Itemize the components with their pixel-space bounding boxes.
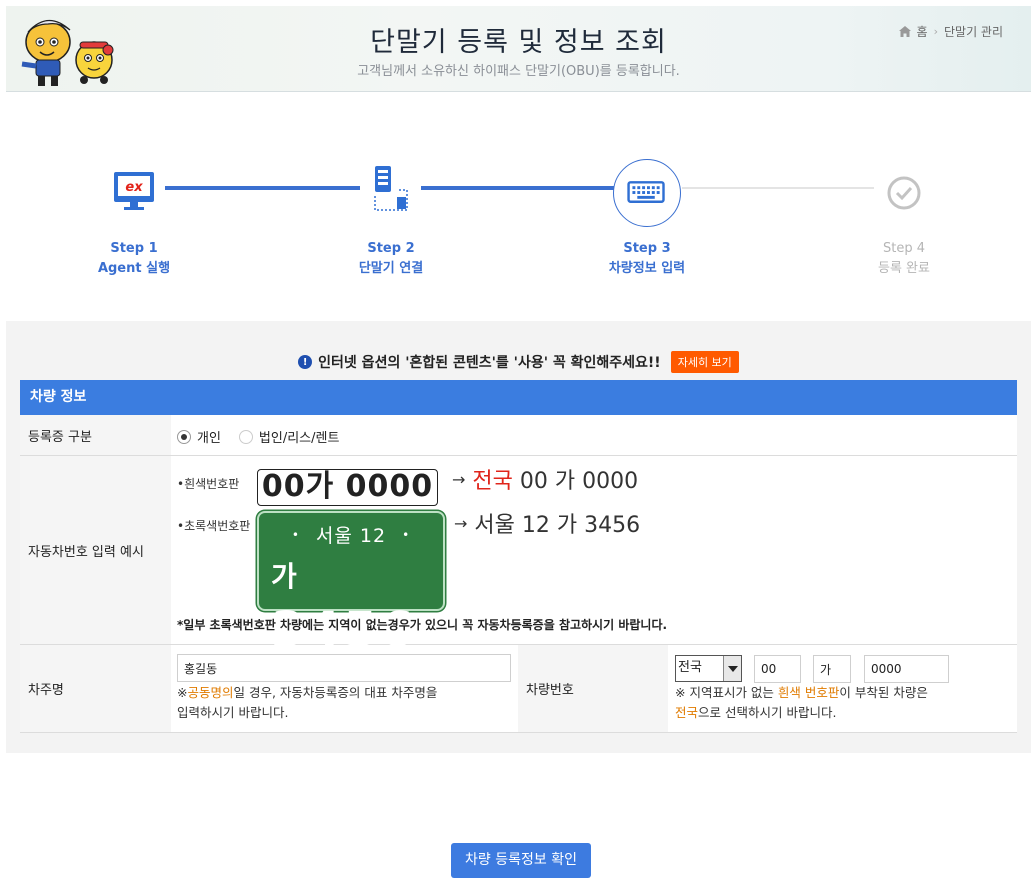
region-select-value: 전국: [678, 660, 702, 675]
radio-individual[interactable]: [177, 429, 191, 444]
keyboard-icon: [627, 181, 665, 203]
check-circle-icon: [887, 176, 921, 210]
white-result-rest: 00 가 0000: [519, 469, 639, 494]
step-1-icon-text: ex: [125, 180, 143, 195]
green-plate-image: • 서울 12 • 가3456: [257, 511, 445, 656]
step-3-number: Step 3: [623, 241, 671, 256]
breadcrumb-current: 단말기 관리: [943, 25, 1003, 39]
step-4-label: 등록 완료: [878, 261, 930, 276]
device-connect-icon: [374, 166, 408, 211]
home-icon[interactable]: [898, 26, 911, 37]
radio-individual-label[interactable]: 개인: [197, 427, 221, 446]
chevron-right-icon: ›: [933, 25, 938, 38]
vehicle-info-panel: ! 인터넷 옵션의 '혼합된 콘텐츠'를 '사용' 꼭 확인해주세요!! 자세히…: [6, 321, 1031, 753]
confirm-vehicle-info-button[interactable]: 차량 등록정보 확인: [451, 843, 591, 878]
notice-bar: ! 인터넷 옵션의 '혼합된 콘텐츠'를 '사용' 꼭 확인해주세요!! 자세히…: [6, 351, 1031, 373]
white-plate-label: •흰색번호판: [177, 477, 240, 491]
breadcrumb-home[interactable]: 홈: [917, 23, 928, 40]
green-plate-top-text: 서울 12: [315, 525, 387, 547]
step-2: Step 2 단말기 연결: [331, 159, 451, 279]
breadcrumb: 홈 › 단말기 관리: [898, 23, 1003, 40]
plate-example-label: 자동차번호 입력 예시: [20, 456, 171, 644]
registration-type-row: 등록증 구분 개인 법인/리스/렌트: [20, 415, 1017, 456]
region-select[interactable]: 전국: [675, 655, 742, 682]
green-plate-label: •초록색번호판: [177, 519, 251, 533]
exclamation-icon: !: [298, 355, 313, 369]
step-progress: ex Step 1 Agent 실행 Step 2 단말기 연결 Step 3 …: [6, 92, 1031, 322]
green-plate-ga: 가: [271, 560, 300, 593]
vehicle-help-highlight2: 전국: [675, 705, 699, 720]
step-2-number: Step 2: [367, 241, 415, 256]
step-1-number: Step 1: [110, 241, 158, 256]
page-title: 단말기 등록 및 정보 조회: [370, 27, 667, 58]
vehicle-number-label: 차량번호: [518, 645, 668, 732]
vehicle-help-rest: 으로 선택하시기 바랍니다.: [698, 705, 837, 720]
green-result-text: 서울 12 가 3456: [474, 513, 641, 538]
page-header: 단말기 등록 및 정보 조회 고객님께서 소유하신 하이패스 단말기(OBU)를…: [6, 6, 1031, 92]
owner-help-highlight: 공동명의: [187, 685, 234, 700]
plate-note: *일부 초록색번호판 차량에는 지역이 없는경우가 있으니 꼭 자동차등록증을 …: [177, 618, 668, 632]
vehicle-number-part2[interactable]: [813, 655, 851, 683]
green-plate-top: • 서울 12 •: [291, 525, 411, 547]
green-plate-bottom: 가3456: [271, 551, 443, 656]
radio-corporate[interactable]: [238, 429, 253, 444]
owner-help-rest1: 일 경우, 자동차등록증의 대표 차주명을: [233, 685, 438, 700]
owner-vehicle-row: 차주명 ※공동명의일 경우, 자동차등록증의 대표 차주명을 입력하시기 바랍니…: [20, 645, 1017, 733]
section-title: 차량 정보: [20, 380, 1017, 415]
vehicle-help-mid: 이 부착된 차량은: [839, 685, 928, 700]
owner-name-input[interactable]: [177, 654, 511, 682]
step-3: Step 3 차량정보 입력: [587, 159, 707, 279]
vehicle-number-help: ※ 지역표시가 없는 흰색 번호판이 부착된 차량은 전국으로 선택하시기 바랍…: [675, 683, 928, 723]
step-1: ex Step 1 Agent 실행: [74, 159, 194, 279]
registration-type-radios: 개인 법인/리스/렌트: [177, 427, 339, 446]
plate-example-row: 자동차번호 입력 예시 •흰색번호판 00가 0000 → 전국 00 가 00…: [20, 456, 1017, 656]
white-plate-result: → 전국 00 가 0000: [452, 463, 638, 495]
radio-corporate-label[interactable]: 법인/리스/렌트: [259, 427, 340, 446]
owner-help-prefix: ※: [177, 685, 188, 700]
step-1-label: Agent 실행: [97, 261, 171, 276]
agent-monitor-icon: ex: [114, 172, 154, 210]
step-4: Step 4 등록 완료: [844, 159, 964, 279]
vehicle-help-highlight1: 흰색 번호판: [777, 685, 840, 700]
arrow-icon: →: [454, 514, 468, 533]
vehicle-number-part1[interactable]: [754, 655, 801, 683]
chevron-down-icon[interactable]: [723, 656, 741, 681]
owner-label: 차주명: [20, 645, 171, 732]
white-result-region: 전국: [472, 469, 513, 494]
step-3-label: 차량정보 입력: [608, 261, 686, 276]
owner-help: ※공동명의일 경우, 자동차등록증의 대표 차주명을 입력하시기 바랍니다.: [177, 683, 437, 723]
white-plate-image: 00가 0000: [257, 469, 438, 506]
notice-text: 인터넷 옵션의 '혼합된 콘텐츠'를 '사용' 꼭 확인해주세요!!: [318, 355, 661, 371]
owner-help-rest2: 입력하시기 바랍니다.: [177, 705, 289, 720]
green-plate-result: → 서울 12 가 3456: [454, 507, 640, 539]
step-4-number: Step 4: [882, 241, 925, 256]
arrow-icon: →: [452, 470, 466, 489]
page-subtitle: 고객님께서 소유하신 하이패스 단말기(OBU)를 등록합니다.: [357, 64, 680, 79]
step-2-label: 단말기 연결: [358, 261, 424, 276]
detail-view-button[interactable]: 자세히 보기: [670, 351, 739, 373]
vehicle-help-prefix: ※ 지역표시가 없는: [675, 685, 778, 700]
vehicle-number-part3[interactable]: [864, 655, 949, 683]
registration-type-label: 등록증 구분: [20, 415, 171, 455]
